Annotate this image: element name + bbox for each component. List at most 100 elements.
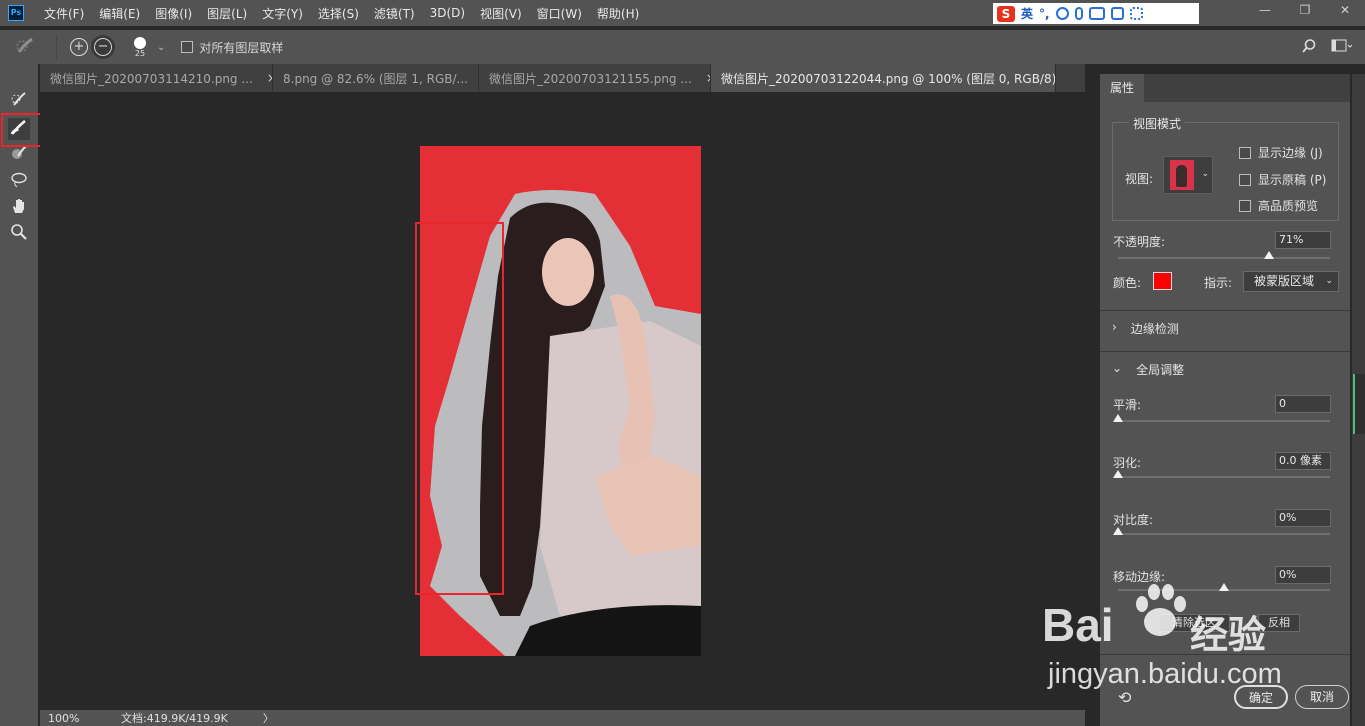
opacity-input[interactable]: 71%: [1275, 231, 1331, 249]
subtract-from-selection-button[interactable]: −: [91, 35, 115, 59]
invert-button[interactable]: 反相: [1258, 614, 1300, 632]
hq-preview-checkbox[interactable]: 高品质预览: [1239, 197, 1318, 214]
view-mode-picker[interactable]: ⌄: [1163, 156, 1213, 194]
feather-input[interactable]: 0.0 像素: [1275, 452, 1331, 470]
show-edge-checkbox[interactable]: 显示边缘 (J): [1239, 144, 1323, 161]
slider-knob[interactable]: [1113, 470, 1123, 478]
ok-button[interactable]: 确定: [1234, 685, 1288, 709]
canvas-area[interactable]: [40, 92, 1085, 710]
workspace-icon[interactable]: [1331, 38, 1353, 58]
sample-all-layers-checkbox[interactable]: 对所有图层取样: [181, 39, 283, 56]
cancel-button[interactable]: 取消: [1295, 685, 1349, 709]
chevron-down-icon[interactable]: ⌄: [1201, 169, 1209, 179]
menu-edit[interactable]: 编辑(E): [99, 5, 140, 22]
menu-help[interactable]: 帮助(H): [597, 5, 639, 22]
menu-view[interactable]: 视图(V): [480, 5, 522, 22]
toolbox-icon[interactable]: [1129, 7, 1143, 20]
status-bar: 100% 文档:419.9K/419.9K 〉: [40, 710, 1085, 726]
sogou-logo-icon[interactable]: S: [997, 5, 1015, 22]
zoom-level[interactable]: 100%: [40, 712, 88, 725]
feather-label: 羽化:: [1113, 456, 1142, 470]
menu-type[interactable]: 文字(Y): [262, 5, 303, 22]
contrast-input[interactable]: 0%: [1275, 509, 1331, 527]
chevron-down-icon[interactable]: ⌄: [157, 42, 165, 53]
global-refinements-label: 全局调整: [1136, 363, 1185, 377]
checkbox-box[interactable]: [1239, 199, 1251, 212]
menu-layer[interactable]: 图层(L): [207, 5, 247, 22]
tab-document-1[interactable]: 微信图片_20200703114210.png ...×: [40, 64, 273, 92]
zoom-tool-icon[interactable]: [8, 223, 30, 245]
status-menu-arrow-icon[interactable]: 〉: [263, 710, 274, 726]
shift-edge-slider[interactable]: [1118, 583, 1330, 591]
smooth-slider[interactable]: [1113, 414, 1330, 422]
slider-knob[interactable]: [1219, 583, 1229, 591]
show-original-checkbox[interactable]: 显示原稿 (P): [1239, 171, 1326, 188]
skin-icon[interactable]: [1110, 7, 1124, 20]
slider-knob[interactable]: [1113, 527, 1123, 535]
document-tabs: 微信图片_20200703114210.png ...× 8.png @ 82.…: [40, 64, 1085, 92]
menu-window[interactable]: 窗口(W): [537, 5, 582, 22]
global-refinements-section[interactable]: ⌄ 全局调整: [1112, 361, 1184, 378]
slider-knob[interactable]: [1263, 251, 1274, 259]
checkbox-box[interactable]: [181, 41, 194, 53]
shift-edge-input[interactable]: 0%: [1275, 566, 1331, 584]
feather-slider[interactable]: [1113, 470, 1330, 478]
hand-tool-icon[interactable]: [8, 197, 30, 219]
tab-title: 微信图片_20200703121155.png ...: [489, 71, 692, 86]
tab-document-2[interactable]: 8.png @ 82.6% (图层 1, RGB/...×: [273, 64, 479, 92]
tab-properties[interactable]: 属性: [1100, 74, 1145, 102]
clear-selection-button[interactable]: 清除选区: [1158, 614, 1230, 632]
slider-knob[interactable]: [1113, 414, 1123, 422]
shift-edge-label: 移动边缘:: [1113, 570, 1166, 584]
indicate-value: 被蒙版区域: [1254, 274, 1315, 288]
indicate-select[interactable]: 被蒙版区域 ⌄: [1243, 271, 1339, 292]
ime-punctuation[interactable]: °,: [1039, 7, 1050, 21]
refine-brush-preset-icon[interactable]: [16, 36, 46, 58]
lasso-tool-icon[interactable]: [8, 171, 30, 193]
checkbox-box[interactable]: [1239, 146, 1251, 159]
menu-bar: Ps 文件(F) 编辑(E) 图像(I) 图层(L) 文字(Y) 选择(S) 滤…: [0, 0, 1365, 26]
search-icon[interactable]: [1301, 38, 1317, 58]
panel-scrollbar[interactable]: [1352, 74, 1365, 726]
options-bar: + − 25 ⌄ 对所有图层取样: [0, 30, 1365, 64]
opacity-slider[interactable]: [1118, 251, 1330, 259]
show-edge-label: 显示边缘 (J): [1258, 146, 1323, 160]
reset-icon[interactable]: ⟲: [1118, 688, 1131, 707]
menu-select[interactable]: 选择(S): [318, 5, 359, 22]
menu-filter[interactable]: 滤镜(T): [374, 5, 415, 22]
ime-language[interactable]: 英: [1021, 5, 1033, 22]
options-right: [1301, 38, 1353, 58]
microphone-icon[interactable]: [1074, 7, 1083, 20]
ime-toolbar: S 英 °,: [993, 3, 1199, 24]
contrast-label: 对比度:: [1113, 513, 1154, 527]
brush-tool-icon[interactable]: [8, 144, 30, 166]
show-original-label: 显示原稿 (P): [1258, 173, 1327, 187]
emoji-icon[interactable]: [1055, 7, 1069, 20]
menu-3d[interactable]: 3D(D): [430, 6, 465, 20]
scrollbar-thumb[interactable]: [1353, 374, 1365, 434]
add-to-selection-button[interactable]: +: [70, 38, 88, 56]
menu-file[interactable]: 文件(F): [44, 5, 84, 22]
tab-document-active[interactable]: 微信图片_20200703122044.png @ 100% (图层 0, RG…: [711, 64, 1056, 92]
divider: [1100, 310, 1350, 311]
brush-size-picker[interactable]: 25: [129, 36, 151, 58]
contrast-slider[interactable]: [1113, 527, 1330, 535]
edge-detection-section[interactable]: › 边缘检测: [1112, 320, 1179, 337]
tab-document-3[interactable]: 微信图片_20200703121155.png ...×: [479, 64, 711, 92]
overlay-color-swatch[interactable]: [1153, 272, 1172, 290]
restore-button[interactable]: ❐: [1285, 0, 1325, 20]
chevron-down-icon: ⌄: [1112, 361, 1123, 375]
brush-size-value: 25: [134, 48, 146, 58]
keyboard-icon[interactable]: [1088, 7, 1105, 20]
smooth-label: 平滑:: [1113, 398, 1142, 412]
quick-selection-tool-icon[interactable]: [8, 90, 30, 112]
brush-preview-icon: [134, 36, 146, 49]
menu-image[interactable]: 图像(I): [155, 5, 192, 22]
properties-tabbar: 属性: [1100, 74, 1350, 102]
checkbox-box[interactable]: [1239, 173, 1251, 186]
close-button[interactable]: ✕: [1325, 0, 1365, 20]
minimize-button[interactable]: —: [1245, 0, 1285, 20]
sample-all-layers-label: 对所有图层取样: [199, 40, 284, 55]
smooth-input[interactable]: 0: [1275, 395, 1331, 413]
window-controls: — ❐ ✕: [1245, 0, 1365, 26]
